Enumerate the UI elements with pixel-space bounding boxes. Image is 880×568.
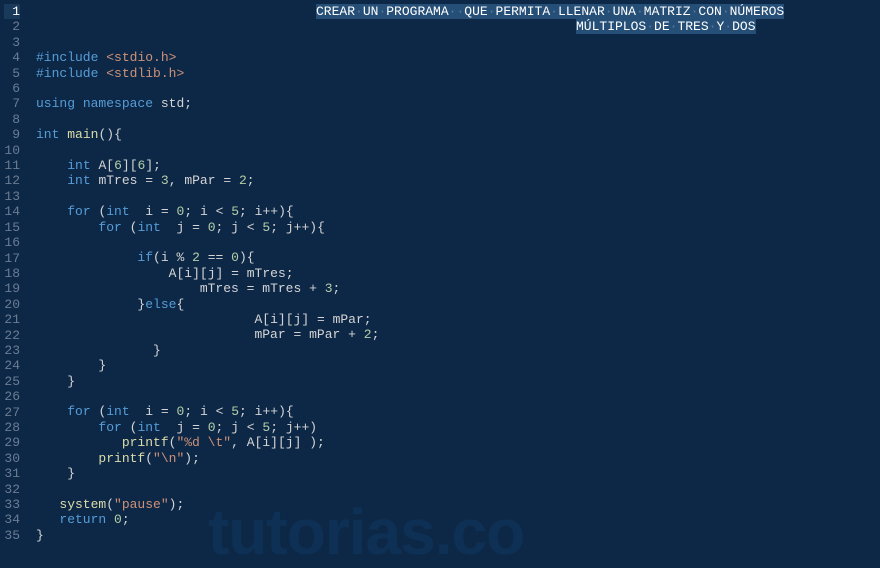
line-number: 24 — [4, 358, 20, 373]
line-number: 23 — [4, 343, 20, 358]
line-number: 31 — [4, 466, 20, 481]
code-line[interactable]: printf("\n"); — [36, 451, 872, 466]
line-number: 4 — [4, 50, 20, 65]
code-line[interactable]: MÚLTIPLOS·DE·TRES·Y·DOS — [36, 19, 872, 34]
code-line[interactable]: int A[6][6]; — [36, 158, 872, 173]
code-line[interactable]: for (int i = 0; i < 5; i++){ — [36, 404, 872, 419]
code-line[interactable] — [36, 35, 872, 50]
line-number: 29 — [4, 435, 20, 450]
line-number: 16 — [4, 235, 20, 250]
code-line[interactable]: } — [36, 466, 872, 481]
code-line[interactable] — [36, 81, 872, 96]
line-number: 1 — [4, 4, 20, 19]
line-number: 5 — [4, 66, 20, 81]
line-number: 12 — [4, 173, 20, 188]
line-number: 3 — [4, 35, 20, 50]
line-number: 25 — [4, 374, 20, 389]
code-line[interactable]: using namespace std; — [36, 96, 872, 111]
code-line[interactable]: A[i][j] = mPar; — [36, 312, 872, 327]
selected-comment-text: CREAR·UN·PROGRAMA··QUE·PERMITA·LLENAR·UN… — [316, 4, 784, 19]
line-number: 11 — [4, 158, 20, 173]
code-line[interactable]: #include <stdlib.h> — [36, 66, 872, 81]
code-line[interactable]: } — [36, 374, 872, 389]
code-line[interactable] — [36, 189, 872, 204]
line-number: 6 — [4, 81, 20, 96]
line-number: 17 — [4, 251, 20, 266]
code-line[interactable]: mTres = mTres + 3; — [36, 281, 872, 296]
code-line[interactable]: } — [36, 528, 872, 543]
line-number: 27 — [4, 405, 20, 420]
line-number: 30 — [4, 451, 20, 466]
code-line[interactable]: CREAR·UN·PROGRAMA··QUE·PERMITA·LLENAR·UN… — [36, 4, 872, 19]
code-line[interactable] — [36, 235, 872, 250]
line-number: 8 — [4, 112, 20, 127]
selected-comment-text: MÚLTIPLOS·DE·TRES·Y·DOS — [576, 19, 756, 34]
line-number: 13 — [4, 189, 20, 204]
code-line[interactable]: return 0; — [36, 512, 872, 527]
line-number: 2 — [4, 19, 20, 34]
code-line[interactable]: int main(){ — [36, 127, 872, 142]
line-number: 21 — [4, 312, 20, 327]
line-number: 15 — [4, 220, 20, 235]
line-number: 14 — [4, 204, 20, 219]
line-number: 34 — [4, 512, 20, 527]
code-line[interactable]: if(i % 2 == 0){ — [36, 250, 872, 265]
code-line[interactable]: A[i][j] = mTres; — [36, 266, 872, 281]
code-line[interactable] — [36, 143, 872, 158]
code-line[interactable]: } — [36, 358, 872, 373]
line-number: 32 — [4, 482, 20, 497]
line-number-gutter: 1234567891011121314151617181920212223242… — [0, 0, 28, 560]
line-number: 22 — [4, 328, 20, 343]
code-line[interactable]: int mTres = 3, mPar = 2; — [36, 173, 872, 188]
code-line[interactable]: for (int j = 0; j < 5; j++) — [36, 420, 872, 435]
code-line[interactable] — [36, 481, 872, 496]
line-number: 19 — [4, 281, 20, 296]
code-line[interactable]: #include <stdio.h> — [36, 50, 872, 65]
code-line[interactable]: mPar = mPar + 2; — [36, 327, 872, 342]
code-area[interactable]: CREAR·UN·PROGRAMA··QUE·PERMITA·LLENAR·UN… — [28, 0, 880, 560]
line-number: 26 — [4, 389, 20, 404]
code-line[interactable]: for (int j = 0; j < 5; j++){ — [36, 220, 872, 235]
code-line[interactable]: }else{ — [36, 297, 872, 312]
code-line[interactable] — [36, 389, 872, 404]
code-line[interactable]: system("pause"); — [36, 497, 872, 512]
line-number: 7 — [4, 96, 20, 111]
code-line[interactable] — [36, 112, 872, 127]
line-number: 33 — [4, 497, 20, 512]
code-line[interactable]: for (int i = 0; i < 5; i++){ — [36, 204, 872, 219]
line-number: 28 — [4, 420, 20, 435]
line-number: 35 — [4, 528, 20, 543]
line-number: 10 — [4, 143, 20, 158]
line-number: 9 — [4, 127, 20, 142]
code-line[interactable]: } — [36, 343, 872, 358]
line-number: 20 — [4, 297, 20, 312]
code-editor[interactable]: 1234567891011121314151617181920212223242… — [0, 0, 880, 560]
line-number: 18 — [4, 266, 20, 281]
code-line[interactable]: printf("%d \t", A[i][j] ); — [36, 435, 872, 450]
